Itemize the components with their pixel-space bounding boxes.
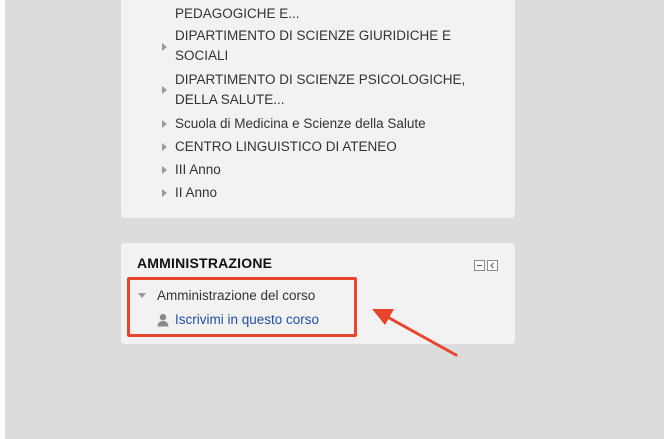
expand-triangle-icon[interactable] — [162, 86, 167, 94]
nav-item-pedagogiche[interactable]: PEDAGOGICHE E... — [175, 4, 300, 24]
expand-triangle-icon[interactable] — [162, 43, 167, 51]
highlight-box — [127, 277, 357, 337]
nav-item-giuridiche-line2[interactable]: SOCIALI — [175, 46, 228, 66]
nav-item-medicina[interactable]: Scuola di Medicina e Scienze della Salut… — [175, 114, 426, 134]
nav-item-centro-linguistico[interactable]: CENTRO LINGUISTICO DI ATENEO — [175, 137, 397, 157]
arrow-icon — [372, 309, 458, 357]
expand-triangle-icon[interactable] — [162, 166, 167, 174]
nav-item-ii-anno[interactable]: II Anno — [175, 183, 217, 203]
expand-triangle-icon[interactable] — [162, 143, 167, 151]
chevron-left-box-icon[interactable] — [487, 260, 498, 271]
minus-box-icon[interactable] — [474, 260, 485, 271]
minus-icon — [477, 264, 482, 267]
nav-item-psicologiche-line1[interactable]: DIPARTIMENTO DI SCIENZE PSICOLOGICHE, — [175, 70, 465, 90]
expand-triangle-icon[interactable] — [162, 120, 167, 128]
nav-item-iii-anno[interactable]: III Anno — [175, 160, 221, 180]
chevron-left-icon — [490, 262, 494, 269]
nav-item-giuridiche-line1[interactable]: DIPARTIMENTO DI SCIENZE GIURIDICHE E — [175, 26, 451, 46]
expand-triangle-icon[interactable] — [162, 189, 167, 197]
nav-item-psicologiche-line2[interactable]: DELLA SALUTE... — [175, 90, 285, 110]
administration-title: AMMINISTRAZIONE — [137, 255, 273, 271]
